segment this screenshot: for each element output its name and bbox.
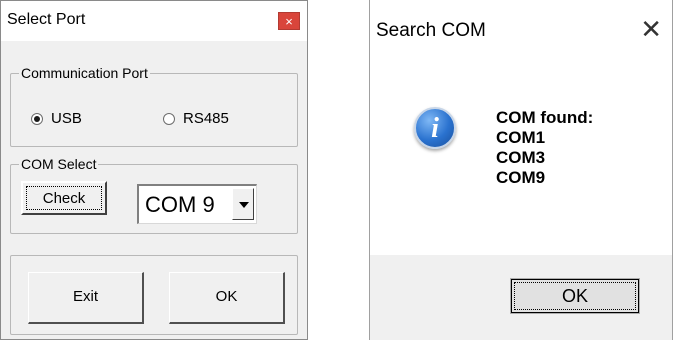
info-icon: i (414, 107, 456, 149)
usb-radio[interactable]: USB (31, 110, 82, 127)
select-port-dialog: Select Port × Communication Port USB RS4… (0, 0, 308, 340)
search-com-dialog: Search COM ✕ i COM found: COM1 COM3 COM9… (369, 0, 673, 340)
com-port-select[interactable]: COM 9 (137, 184, 257, 224)
com-port-item: COM3 (496, 148, 546, 167)
check-button[interactable]: Check (21, 181, 107, 215)
check-button-label: Check (26, 186, 102, 210)
chevron-down-icon[interactable] (232, 188, 254, 220)
com-port-value: COM 9 (145, 192, 215, 217)
select-port-title: Select Port (7, 11, 86, 28)
action-buttons-group: Exit OK (10, 255, 298, 335)
search-com-ok-label: OK (514, 282, 636, 310)
select-port-titlebar: Select Port × (1, 1, 307, 41)
rs485-radio-label: RS485 (183, 110, 229, 127)
com-select-legend: COM Select (19, 155, 99, 173)
com-found-heading: COM found: (496, 108, 594, 127)
close-button[interactable]: × (278, 12, 300, 30)
communication-port-legend: Communication Port (19, 64, 150, 82)
ok-button[interactable]: OK (169, 272, 285, 324)
close-icon[interactable]: ✕ (640, 14, 662, 45)
search-com-ok-button[interactable]: OK (510, 278, 640, 314)
communication-port-group: Communication Port USB RS485 (10, 64, 298, 147)
dialog-footer: OK (370, 255, 672, 340)
com-found-message: COM found: COM1 COM3 COM9 (496, 108, 593, 188)
usb-radio-label: USB (51, 110, 82, 127)
rs485-radio-dot (163, 112, 175, 125)
search-com-title: Search COM (376, 20, 486, 41)
com-port-item: COM1 (496, 128, 546, 147)
com-port-item: COM9 (496, 168, 546, 187)
exit-button[interactable]: Exit (28, 272, 144, 324)
rs485-radio[interactable]: RS485 (163, 110, 229, 127)
com-select-group: COM Select Check COM 9 (10, 155, 298, 234)
usb-radio-dot (31, 112, 43, 125)
